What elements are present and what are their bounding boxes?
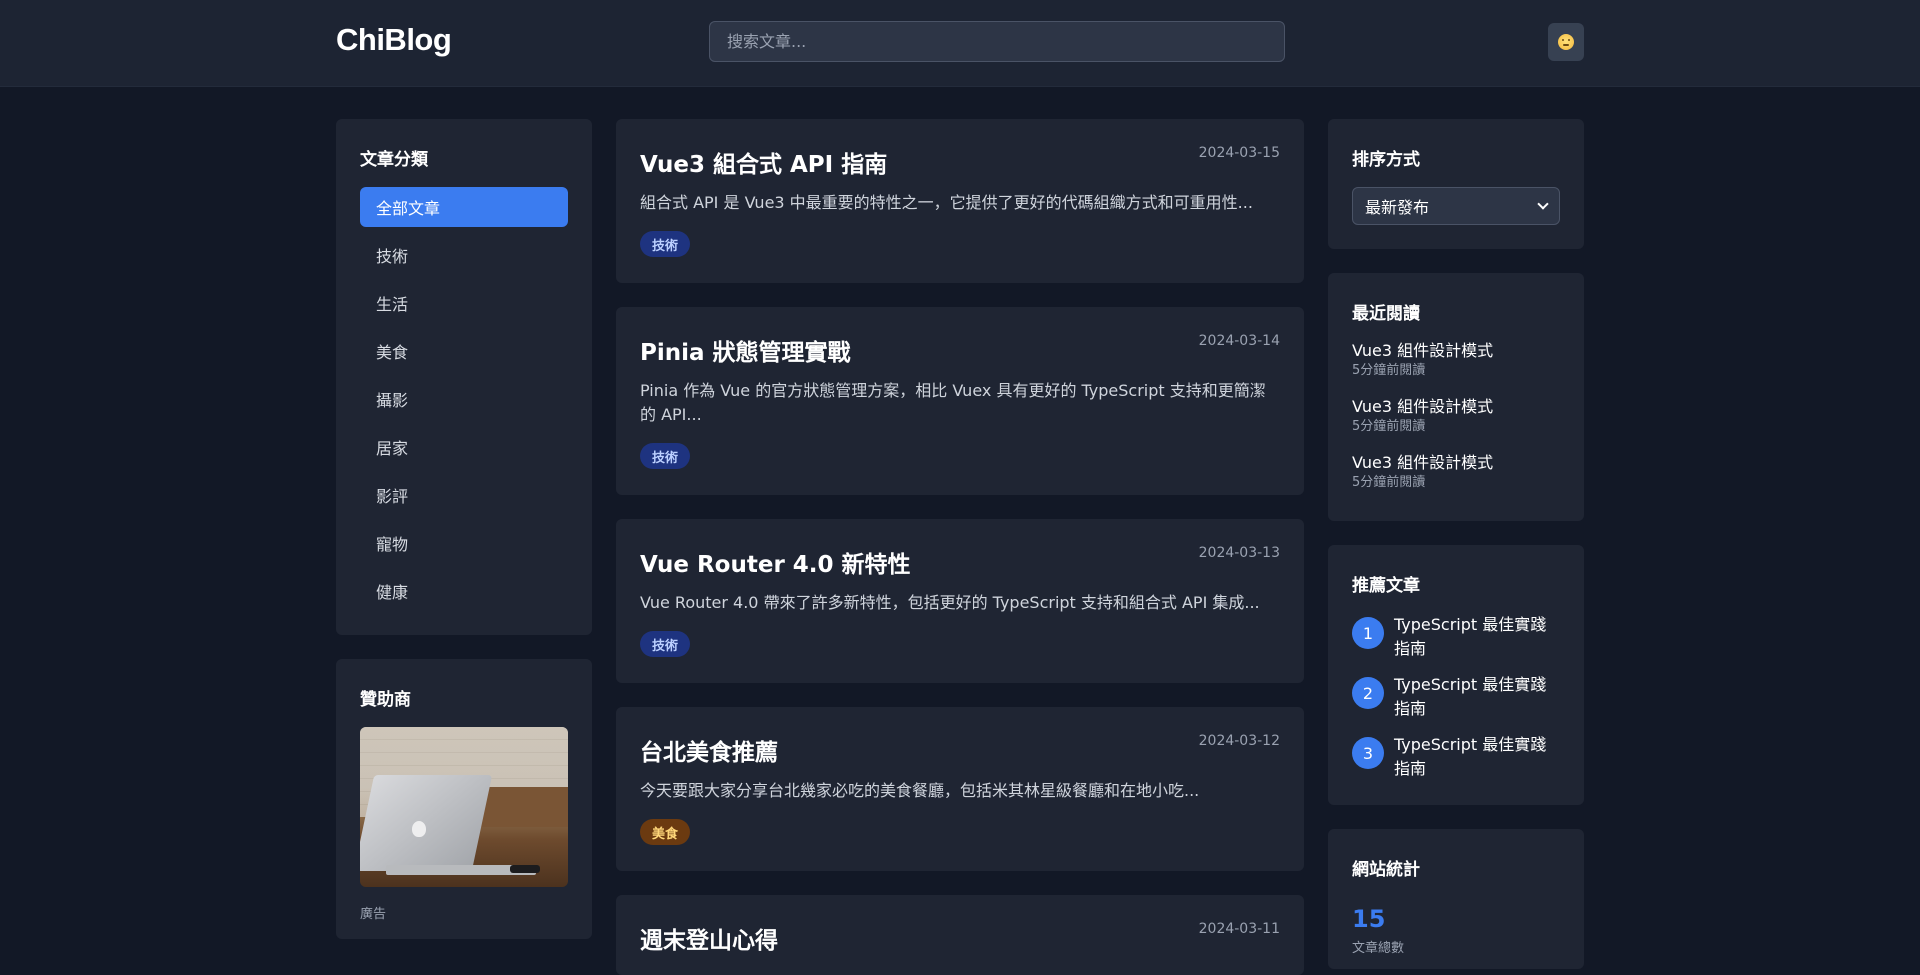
article-tag[interactable]: 美食 <box>640 819 691 845</box>
article-tag[interactable]: 技術 <box>640 631 691 657</box>
recommended-panel: 推薦文章 1 TypeScript 最佳實踐指南 2 TypeScript 最佳… <box>1328 545 1584 805</box>
article-card[interactable]: Pinia 狀態管理實戰 2024-03-14 Pinia 作為 Vue 的官方… <box>616 307 1304 495</box>
article-date: 2024-03-12 <box>1198 733 1280 749</box>
recent-list: Vue3 組件設計模式 5分鐘前閱讀 Vue3 組件設計模式 5分鐘前閱讀 Vu… <box>1352 341 1560 509</box>
recent-item[interactable]: Vue3 組件設計模式 5分鐘前閱讀 <box>1352 453 1560 509</box>
article-title[interactable]: Vue3 組合式 API 指南 <box>640 145 887 179</box>
sort-panel: 排序方式 最新發布 <box>1328 119 1584 249</box>
article-date: 2024-03-13 <box>1198 545 1280 561</box>
article-count-value: 15 <box>1352 905 1386 933</box>
article-excerpt: 今天要跟大家分享台北幾家必吃的美食餐廳，包括米其林星級餐廳和在地小吃... <box>640 781 1200 800</box>
recommended-item-title[interactable]: TypeScript 最佳實踐指南 <box>1394 613 1560 661</box>
article-card[interactable]: Vue3 組合式 API 指南 2024-03-15 組合式 API 是 Vue… <box>616 119 1304 283</box>
emoji-face-icon <box>1558 34 1574 50</box>
theme-toggle-button[interactable] <box>1548 23 1584 61</box>
recent-item[interactable]: Vue3 組件設計模式 5分鐘前閱讀 <box>1352 341 1560 397</box>
category-item-food[interactable]: 美食 <box>360 331 568 371</box>
article-count-label: 文章總數 <box>1352 941 1405 956</box>
article-tag[interactable]: 技術 <box>640 443 691 469</box>
recent-item-time: 5分鐘前閱讀 <box>1352 363 1426 378</box>
article-excerpt: 組合式 API 是 Vue3 中最重要的特性之一，它提供了更好的代碼組織方式和可… <box>640 193 1253 212</box>
rank-badge: 3 <box>1352 737 1384 769</box>
sponsor-ad-image[interactable] <box>360 727 568 887</box>
article-title[interactable]: 週末登山心得 <box>640 921 778 955</box>
category-panel-title: 文章分類 <box>360 150 428 170</box>
article-date: 2024-03-14 <box>1198 333 1280 349</box>
ad-label: 廣告 <box>360 907 387 922</box>
category-item-all[interactable]: 全部文章 <box>360 187 568 227</box>
recent-item-time: 5分鐘前閱讀 <box>1352 419 1426 434</box>
recommended-item[interactable]: 1 TypeScript 最佳實踐指南 <box>1352 613 1560 673</box>
article-date: 2024-03-11 <box>1198 921 1280 937</box>
article-title[interactable]: Pinia 狀態管理實戰 <box>640 333 851 367</box>
article-title[interactable]: 台北美食推薦 <box>640 733 778 767</box>
sort-select[interactable]: 最新發布 <box>1352 187 1560 225</box>
article-card[interactable]: Vue Router 4.0 新特性 2024-03-13 Vue Router… <box>616 519 1304 683</box>
category-item-tech[interactable]: 技術 <box>360 235 568 275</box>
recent-item-title[interactable]: Vue3 組件設計模式 <box>1352 453 1560 473</box>
category-panel: 文章分類 全部文章 技術 生活 美食 攝影 居家 影評 寵物 健康 <box>336 119 592 635</box>
article-excerpt: Pinia 作為 Vue 的官方狀態管理方案，相比 Vuex 具有更好的 Typ… <box>640 381 1266 424</box>
recommended-item-title[interactable]: TypeScript 最佳實踐指南 <box>1394 733 1560 781</box>
recommended-item[interactable]: 2 TypeScript 最佳實踐指南 <box>1352 673 1560 733</box>
recent-item-title[interactable]: Vue3 組件設計模式 <box>1352 397 1560 417</box>
category-list: 全部文章 技術 生活 美食 攝影 居家 影評 寵物 健康 <box>360 187 568 619</box>
category-item-photography[interactable]: 攝影 <box>360 379 568 419</box>
chevron-down-icon <box>1537 198 1549 210</box>
article-card[interactable]: 台北美食推薦 2024-03-12 今天要跟大家分享台北幾家必吃的美食餐廳，包括… <box>616 707 1304 871</box>
recommended-panel-title: 推薦文章 <box>1352 576 1420 596</box>
recent-item-time: 5分鐘前閱讀 <box>1352 475 1426 490</box>
sponsor-panel: 贊助商 廣告 <box>336 659 592 939</box>
site-stats-panel: 網站統計 15 文章總數 <box>1328 829 1584 969</box>
search-input[interactable] <box>709 21 1285 62</box>
article-title[interactable]: Vue Router 4.0 新特性 <box>640 545 911 579</box>
recent-panel-title: 最近閱讀 <box>1352 304 1420 324</box>
recommended-list: 1 TypeScript 最佳實踐指南 2 TypeScript 最佳實踐指南 … <box>1352 613 1560 793</box>
recent-reading-panel: 最近閱讀 Vue3 組件設計模式 5分鐘前閱讀 Vue3 組件設計模式 5分鐘前… <box>1328 273 1584 521</box>
rank-badge: 2 <box>1352 677 1384 709</box>
recent-item[interactable]: Vue3 組件設計模式 5分鐘前閱讀 <box>1352 397 1560 453</box>
stats-panel-title: 網站統計 <box>1352 860 1420 880</box>
category-item-life[interactable]: 生活 <box>360 283 568 323</box>
recommended-item-title[interactable]: TypeScript 最佳實踐指南 <box>1394 673 1560 721</box>
article-date: 2024-03-15 <box>1198 145 1280 161</box>
recommended-item[interactable]: 3 TypeScript 最佳實踐指南 <box>1352 733 1560 793</box>
category-item-pets[interactable]: 寵物 <box>360 523 568 563</box>
article-tag[interactable]: 技術 <box>640 231 691 257</box>
site-logo[interactable]: ChiBlog <box>336 22 452 58</box>
article-card[interactable]: 週末登山心得 2024-03-11 <box>616 895 1304 975</box>
article-excerpt: Vue Router 4.0 帶來了許多新特性，包括更好的 TypeScript… <box>640 593 1260 612</box>
sort-panel-title: 排序方式 <box>1352 150 1420 170</box>
category-item-movie-review[interactable]: 影評 <box>360 475 568 515</box>
rank-badge: 1 <box>1352 617 1384 649</box>
recent-item-title[interactable]: Vue3 組件設計模式 <box>1352 341 1560 361</box>
sort-selected-value: 最新發布 <box>1365 198 1430 217</box>
apple-logo-icon <box>412 821 426 837</box>
category-item-health[interactable]: 健康 <box>360 571 568 611</box>
sponsor-panel-title: 贊助商 <box>360 690 411 710</box>
category-item-home[interactable]: 居家 <box>360 427 568 467</box>
top-header: ChiBlog <box>0 0 1920 87</box>
